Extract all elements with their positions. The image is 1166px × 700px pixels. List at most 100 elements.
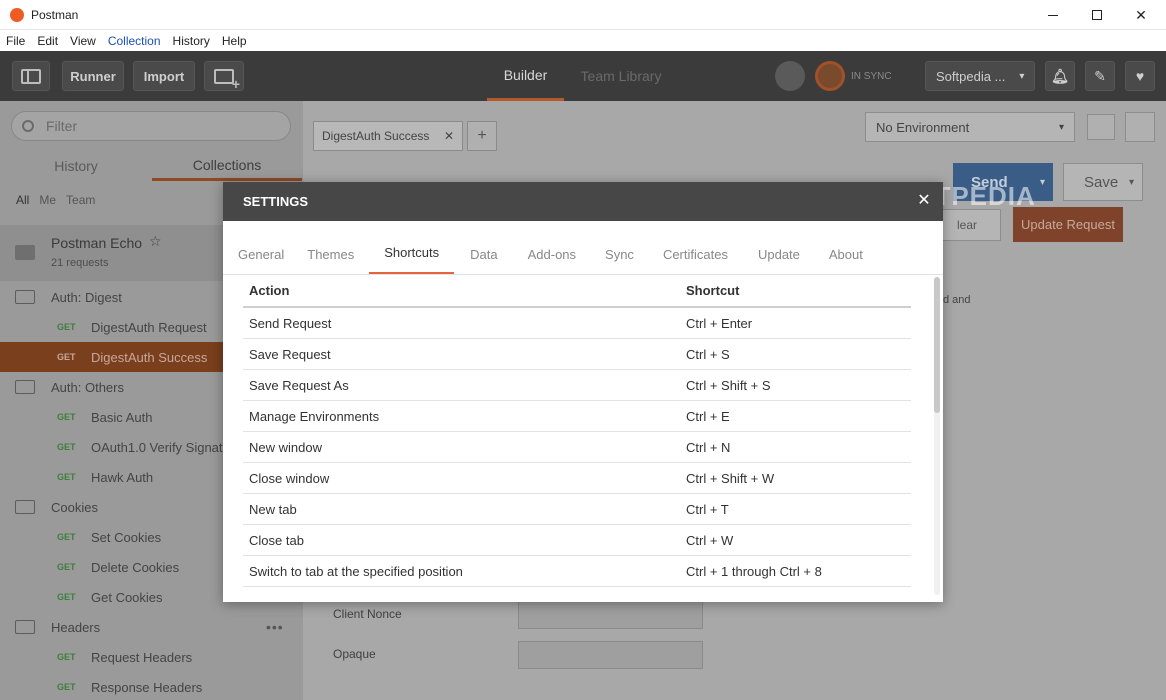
close-icon: ✕	[917, 192, 931, 209]
tab-shortcuts[interactable]: Shortcuts	[369, 220, 455, 274]
column-header-action: Action	[249, 283, 290, 298]
environment-select[interactable]: No Environment ▾	[865, 112, 1075, 142]
tab-about[interactable]: About	[829, 220, 863, 274]
method-badge: GET	[57, 562, 76, 572]
tab-general[interactable]: General	[238, 220, 307, 274]
modal-scrollbar[interactable]	[934, 277, 940, 595]
close-settings-button[interactable]: ✕	[915, 192, 933, 210]
method-badge: GET	[57, 682, 76, 692]
satellite-icon[interactable]	[775, 61, 805, 91]
tab-team-library[interactable]: Team Library	[574, 51, 668, 101]
sidebar-icon	[21, 68, 41, 84]
action-cell: Manage Environments	[249, 408, 380, 424]
scrollbar-thumb[interactable]	[934, 277, 940, 413]
tab-builder[interactable]: Builder	[487, 51, 564, 101]
opaque-input[interactable]	[518, 641, 703, 669]
method-badge: GET	[57, 532, 76, 542]
method-badge: GET	[57, 412, 76, 422]
table-body: Send Request Ctrl + Enter Save Request Ctrl…	[243, 308, 911, 587]
minimize-button[interactable]	[1030, 0, 1076, 30]
collection-name: Postman Echo	[51, 235, 143, 251]
runner-button[interactable]: Runner	[62, 61, 124, 91]
account-dropdown[interactable]: Softpedia ... ▾	[925, 61, 1035, 91]
shortcut-cell: Ctrl + W	[686, 532, 734, 548]
account-name: Softpedia ...	[936, 68, 1006, 84]
method-badge: GET	[57, 592, 76, 602]
settings-header: SETTINGS ✕	[223, 182, 943, 221]
item-label: Set Cookies	[91, 529, 162, 545]
table-row: New tab Ctrl + T	[243, 494, 911, 525]
scope-all[interactable]: All	[16, 193, 29, 207]
action-cell: Save Request As	[249, 377, 349, 393]
tab-add-ons[interactable]: Add-ons	[528, 220, 605, 274]
shortcut-cell: Ctrl + Shift + W	[686, 470, 775, 486]
menu-collection[interactable]: Collection	[102, 34, 167, 48]
gear-icon[interactable]	[1125, 112, 1155, 142]
request-item[interactable]: GET Response Headers	[0, 672, 303, 700]
chevron-down-icon: ▾	[1128, 176, 1134, 188]
tab-themes[interactable]: Themes	[307, 220, 369, 274]
method-badge: GET	[57, 322, 76, 332]
menu-view[interactable]: View	[64, 34, 102, 48]
more-options-icon[interactable]: •••	[266, 619, 284, 635]
import-button[interactable]: Import	[133, 61, 195, 91]
minimize-icon	[1048, 14, 1058, 16]
item-label: Headers	[51, 619, 101, 635]
table-row: Save Request As Ctrl + Shift + S	[243, 370, 911, 401]
collection-count: 21 requests	[51, 257, 109, 269]
folder-item[interactable]: Headers	[0, 612, 303, 642]
tab-certificates[interactable]: Certificates	[663, 220, 758, 274]
table-row: New window Ctrl + N	[243, 432, 911, 463]
update-request-button[interactable]: Update Request	[1013, 207, 1123, 242]
table-row: Close tab Ctrl + W	[243, 525, 911, 556]
heart-button[interactable]: ♥	[1125, 61, 1155, 91]
table-row: Send Request Ctrl + Enter	[243, 308, 911, 339]
tab-data[interactable]: Data	[470, 220, 527, 274]
close-icon: ✕	[1135, 6, 1147, 23]
tab-history[interactable]: History	[0, 151, 152, 181]
title-bar: Postman ✕	[0, 0, 1166, 30]
menu-file[interactable]: File	[0, 34, 31, 48]
client-nonce-input[interactable]	[518, 601, 703, 629]
menu-history[interactable]: History	[167, 34, 216, 48]
filter-input-wrap[interactable]: Filter	[11, 111, 291, 141]
request-tab[interactable]: DigestAuth Success ✕	[313, 121, 463, 151]
toggle-sidebar-button[interactable]	[12, 61, 50, 91]
sync-status-icon[interactable]	[815, 61, 845, 91]
tab-collections[interactable]: Collections	[152, 151, 302, 181]
notifications-button[interactable]: 🔔︎	[1045, 61, 1075, 91]
scope-filter: All Me Team	[16, 193, 95, 207]
search-icon	[22, 120, 34, 132]
environment-value: No Environment	[876, 119, 970, 135]
method-badge: GET	[57, 352, 76, 362]
chevron-down-icon: ▾	[1058, 121, 1064, 133]
save-button[interactable]: Save ▾	[1063, 163, 1143, 201]
add-tab-button[interactable]: +	[467, 121, 497, 151]
star-icon[interactable]: ☆	[149, 233, 162, 250]
scope-team[interactable]: Team	[66, 193, 95, 207]
settings-button[interactable]: ✎	[1085, 61, 1115, 91]
action-cell: Close window	[249, 470, 330, 486]
menu-help[interactable]: Help	[216, 34, 253, 48]
maximize-button[interactable]	[1074, 0, 1120, 30]
shortcut-cell: Ctrl + Enter	[686, 315, 753, 331]
shortcut-cell: Ctrl + E	[686, 408, 730, 424]
request-tab-label: DigestAuth Success	[322, 129, 430, 143]
item-label: Cookies	[51, 499, 98, 515]
new-window-button[interactable]: +	[204, 61, 244, 91]
close-window-button[interactable]: ✕	[1118, 0, 1164, 30]
action-cell: Send Request	[249, 315, 332, 331]
item-label: Hawk Auth	[91, 469, 154, 485]
scope-me[interactable]: Me	[39, 193, 56, 207]
tab-sync[interactable]: Sync	[605, 220, 663, 274]
tab-update[interactable]: Update	[758, 220, 829, 274]
action-cell: New tab	[249, 501, 297, 517]
clear-button[interactable]: lear	[933, 209, 1001, 241]
table-row: Manage Environments Ctrl + E	[243, 401, 911, 432]
settings-title: SETTINGS	[243, 194, 309, 209]
close-icon[interactable]: ✕	[444, 129, 454, 143]
request-item[interactable]: GET Request Headers	[0, 642, 303, 672]
eye-icon[interactable]	[1087, 114, 1115, 140]
menu-edit[interactable]: Edit	[31, 34, 64, 48]
method-badge: GET	[57, 472, 76, 482]
